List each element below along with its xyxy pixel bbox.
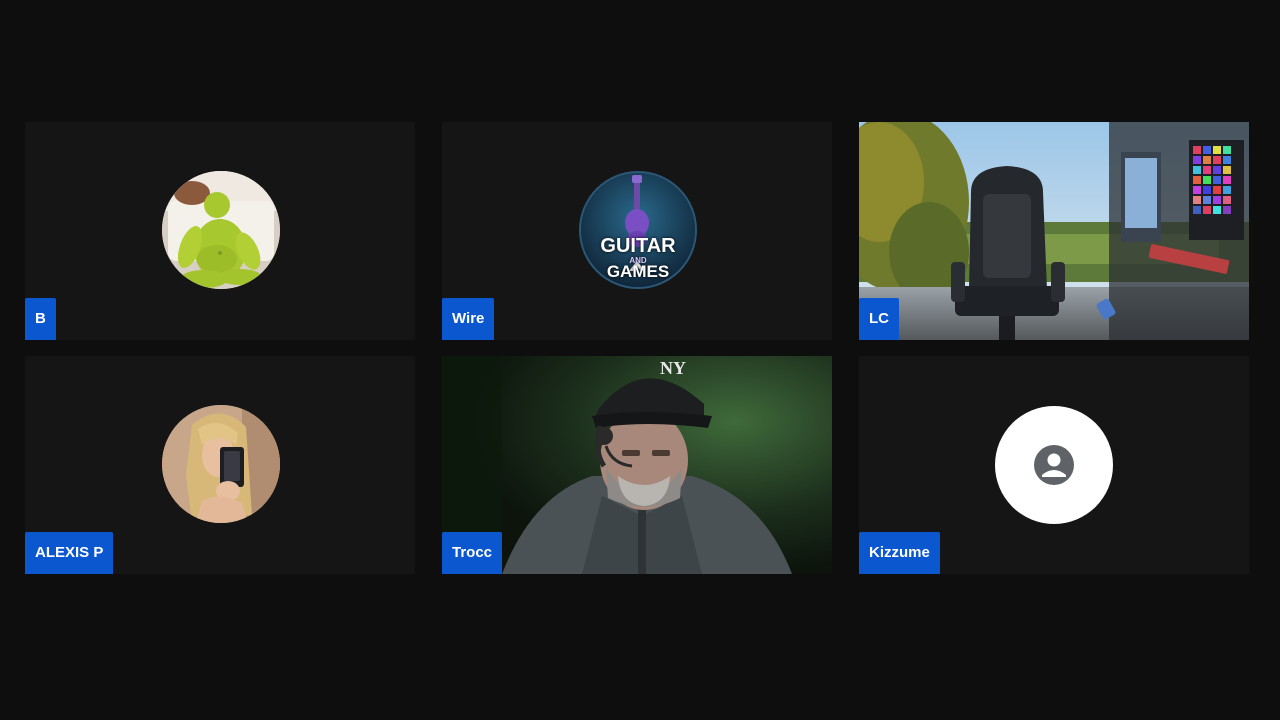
- participant-name-tag: Wire: [442, 298, 495, 340]
- participant-name-tag: Trocc: [442, 532, 503, 574]
- svg-text:NY: NY: [660, 358, 686, 378]
- participant-name-tag: Kizzume: [859, 532, 940, 574]
- selfie-photo-avatar: [162, 405, 280, 523]
- gaming-room-video: [859, 122, 1249, 340]
- participant-tile-b[interactable]: B: [25, 122, 415, 340]
- participant-tile-kizzume[interactable]: Kizzume: [859, 356, 1249, 574]
- participant-tile-lc[interactable]: LC: [859, 122, 1249, 340]
- participant-tile-wire[interactable]: GUITAR AND GAMES Wire: [442, 122, 832, 340]
- default-avatar: [995, 406, 1113, 524]
- meeting-grid: B GUITAR AND GAMES Wire LC ALEXIS P NY T…: [0, 0, 1280, 720]
- participant-tile-alexis-p[interactable]: ALEXIS P: [25, 356, 415, 574]
- default-person-icon: [1034, 445, 1074, 485]
- participant-name-tag: B: [25, 298, 56, 340]
- logo-line-games: GAMES: [606, 262, 670, 281]
- guitar-and-games-logo: GUITAR AND GAMES: [579, 171, 697, 289]
- participant-name-tag: LC: [859, 298, 899, 340]
- logo-line-guitar: GUITAR: [600, 235, 676, 257]
- ogre-figure-avatar: [162, 171, 280, 289]
- participant-name-tag: ALEXIS P: [25, 532, 114, 574]
- participant-tile-trocc[interactable]: NY Trocc: [442, 356, 832, 574]
